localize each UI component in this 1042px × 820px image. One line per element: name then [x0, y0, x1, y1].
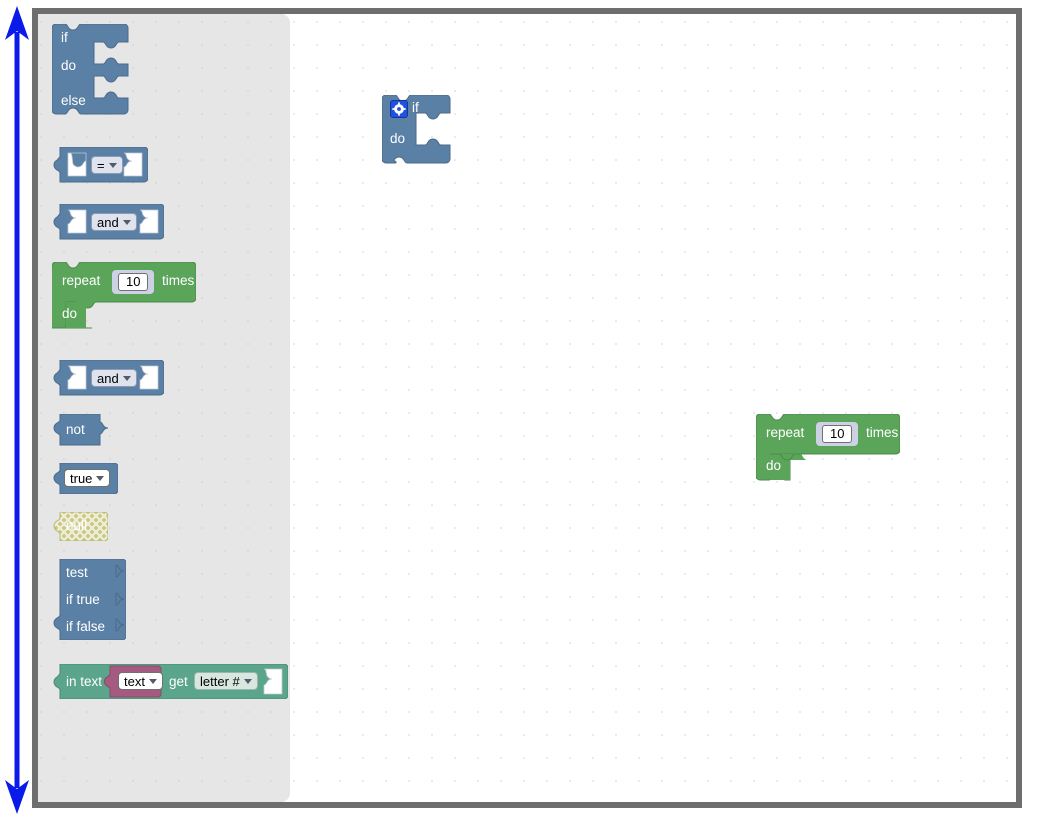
flyout-block-logic-compare[interactable]: =: [52, 146, 149, 189]
flyout-charat-middle: get: [169, 674, 188, 689]
chevron-down-icon: [122, 375, 131, 381]
flyout-charat-prefix: in text: [66, 674, 103, 689]
workspace-repeat-suffix: times: [866, 425, 899, 440]
flyout-and-operator-value-second: and: [97, 370, 119, 386]
flyout-charat-variable-value: text: [124, 673, 145, 689]
flyout-if-label-do: do: [61, 58, 77, 73]
flyout-and-operator-dropdown-top[interactable]: and: [91, 213, 137, 231]
flyout-boolean-value: true: [70, 470, 93, 486]
chevron-down-icon: [108, 162, 117, 168]
flyout-null-label: null: [66, 518, 88, 533]
flyout-block-logic-and-top[interactable]: and: [52, 203, 165, 246]
flyout-and-operator-value-top: and: [97, 214, 119, 230]
flyout-boolean-dropdown[interactable]: true: [64, 469, 111, 487]
flyout-block-controls-if[interactable]: if do else: [51, 23, 130, 123]
flyout-block-logic-null[interactable]: null: [52, 511, 109, 546]
chevron-down-icon: [148, 678, 157, 684]
workspace-repeat-count-field[interactable]: 10: [816, 422, 859, 446]
flyout-repeat-count-field[interactable]: 10: [112, 270, 155, 294]
flyout-repeat-suffix: times: [162, 273, 195, 288]
workspace-block-controls-if[interactable]: if do: [381, 94, 452, 172]
flyout-compare-operator-dropdown[interactable]: =: [91, 156, 123, 174]
screenshot-root: if do repeat 10 times do if do else = an…: [0, 0, 1042, 820]
workspace-repeat-prefix: repeat: [766, 425, 805, 440]
flyout-block-repeat[interactable]: repeat 10 times do: [47, 261, 197, 339]
flyout-charat-mode-value: letter #: [200, 673, 240, 689]
flyout-charat-mode-dropdown[interactable]: letter #: [194, 672, 258, 690]
flyout-not-label: not: [66, 422, 85, 437]
flyout-if-label-else: else: [61, 93, 86, 108]
flyout-ternary-label-if-false: if false: [66, 619, 106, 634]
blockly-container: if do repeat 10 times do if do else = an…: [32, 8, 1022, 808]
flyout-if-label-if: if: [61, 30, 68, 45]
chevron-down-icon: [243, 678, 252, 684]
flyout-and-operator-dropdown-second[interactable]: and: [91, 369, 137, 387]
flyout-ternary-label-test: test: [66, 565, 88, 580]
chevron-down-icon: [122, 219, 131, 225]
gear-icon[interactable]: [390, 100, 408, 118]
workspace-repeat-do-label: do: [766, 458, 782, 473]
chevron-down-icon: [96, 475, 105, 481]
flyout-block-logic-and-second[interactable]: and: [52, 359, 165, 402]
workspace-if-label: if: [412, 100, 419, 115]
flyout-block-logic-not[interactable]: not: [52, 413, 109, 452]
flyout-repeat-prefix: repeat: [62, 273, 101, 288]
flyout-repeat-count-value: 10: [118, 273, 149, 291]
flyout-ternary-label-if-true: if true: [66, 592, 100, 607]
workspace-height-arrow: [5, 6, 29, 814]
flyout-block-logic-boolean[interactable]: true: [52, 462, 119, 499]
workspace-repeat-count-value: 10: [822, 425, 853, 443]
workspace-block-repeat[interactable]: repeat 10 times do: [755, 413, 901, 491]
workspace-if-do-label: do: [390, 131, 406, 146]
flyout-compare-operator-value: =: [97, 157, 105, 173]
flyout-block-logic-ternary[interactable]: test if true if false: [52, 558, 127, 645]
toolbox-flyout[interactable]: if do else = and repeat 10 times do and …: [38, 14, 290, 802]
flyout-charat-variable-dropdown[interactable]: text: [118, 672, 163, 690]
flyout-repeat-do-label: do: [62, 306, 78, 321]
flyout-block-text-char-at[interactable]: in text text get letter #: [52, 663, 289, 704]
